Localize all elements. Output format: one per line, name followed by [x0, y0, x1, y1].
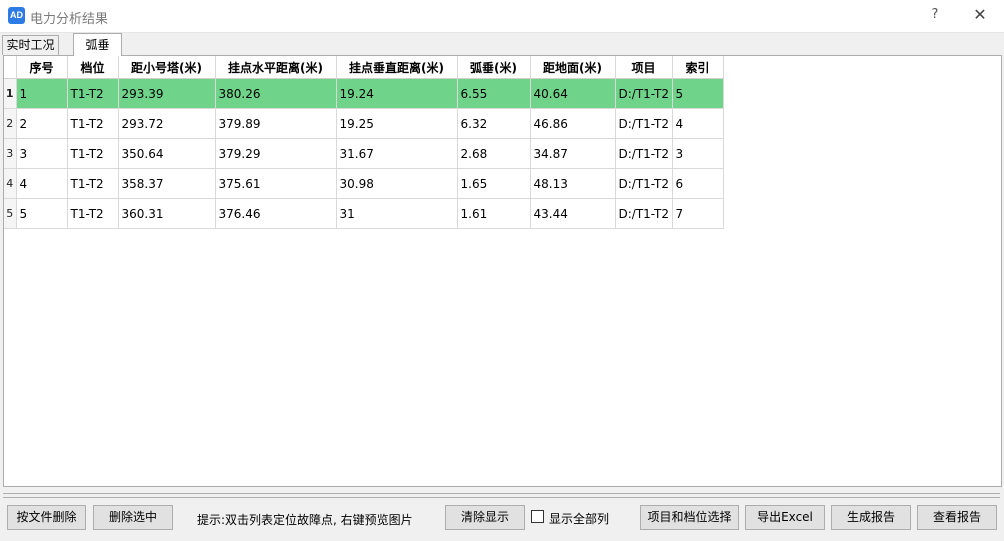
table-row[interactable]: 3 3 T1-T2 350.64 379.29 31.67 2.68 34.87… — [4, 138, 724, 169]
table-cell[interactable]: 379.89 — [215, 108, 337, 139]
table-cell[interactable]: 375.61 — [215, 168, 337, 199]
table-row[interactable]: 2 2 T1-T2 293.72 379.89 19.25 6.32 46.86… — [4, 108, 724, 139]
generate-report-button[interactable]: 生成报告 — [831, 505, 911, 530]
table-cell[interactable]: 34.87 — [530, 138, 616, 169]
column-header[interactable]: 距地面(米) — [530, 56, 616, 79]
table-cell[interactable]: T1-T2 — [67, 198, 119, 229]
table-cell[interactable]: 360.31 — [118, 198, 216, 229]
table-cell[interactable]: T1-T2 — [67, 138, 119, 169]
table-cell[interactable]: D:/T1-T2 — [615, 78, 673, 109]
column-header[interactable]: 距小号塔(米) — [118, 56, 216, 79]
clear-display-button[interactable]: 清除显示 — [445, 505, 525, 530]
delete-selected-button[interactable]: 删除选中 — [93, 505, 173, 530]
column-header[interactable]: 弧垂(米) — [457, 56, 531, 79]
hint-text: 提示:双击列表定位故障点, 右键预览图片 — [197, 513, 413, 527]
table-cell[interactable]: 293.39 — [118, 78, 216, 109]
table-row[interactable]: 4 4 T1-T2 358.37 375.61 30.98 1.65 48.13… — [4, 168, 724, 199]
table-cell[interactable]: 3 — [16, 138, 68, 169]
table-cell[interactable]: 31 — [336, 198, 458, 229]
tab-sag[interactable]: 弧垂 — [73, 33, 122, 56]
column-header[interactable]: 项目 — [615, 56, 673, 79]
table-cell[interactable]: 376.46 — [215, 198, 337, 229]
sag-results-table: 序号 档位 距小号塔(米) 挂点水平距离(米) 挂点垂直距离(米) 弧垂(米) … — [4, 56, 724, 229]
table-cell[interactable]: 43.44 — [530, 198, 616, 229]
table-cell[interactable]: 4 — [16, 168, 68, 199]
column-header[interactable]: 挂点垂直距离(米) — [336, 56, 458, 79]
table-cell[interactable]: 30.98 — [336, 168, 458, 199]
tab-realtime-condition[interactable]: 实时工况 — [2, 35, 59, 55]
column-header[interactable]: 挂点水平距离(米) — [215, 56, 337, 79]
export-excel-button[interactable]: 导出Excel — [745, 505, 825, 530]
table-cell[interactable]: D:/T1-T2 — [615, 168, 673, 199]
table-cell[interactable]: 380.26 — [215, 78, 337, 109]
table-cell[interactable]: 358.37 — [118, 168, 216, 199]
table-cell[interactable]: 2 — [16, 108, 68, 139]
show-all-columns-label[interactable]: 显示全部列 — [549, 510, 609, 527]
table-cell[interactable]: D:/T1-T2 — [615, 108, 673, 139]
table-cell[interactable]: D:/T1-T2 — [615, 198, 673, 229]
row-header[interactable]: 4 — [4, 168, 17, 199]
column-header[interactable]: 档位 — [67, 56, 119, 79]
row-header[interactable]: 5 — [4, 198, 17, 229]
delete-by-file-button[interactable]: 按文件删除 — [7, 505, 86, 530]
window-title: 电力分析结果 — [30, 12, 109, 27]
table-cell[interactable]: 19.25 — [336, 108, 458, 139]
row-header[interactable]: 2 — [4, 108, 17, 139]
view-report-button[interactable]: 查看报告 — [917, 505, 997, 530]
table-cell[interactable]: 19.24 — [336, 78, 458, 109]
project-span-select-button[interactable]: 项目和档位选择 — [640, 505, 739, 530]
table-header-row: 序号 档位 距小号塔(米) 挂点水平距离(米) 挂点垂直距离(米) 弧垂(米) … — [4, 56, 724, 79]
table-cell[interactable]: T1-T2 — [67, 168, 119, 199]
table-cell[interactable]: T1-T2 — [67, 108, 119, 139]
help-icon[interactable]: ? — [926, 6, 944, 24]
table-cell[interactable]: 379.29 — [215, 138, 337, 169]
table-cell[interactable]: 7 — [672, 198, 724, 229]
close-icon[interactable]: ✕ — [970, 5, 990, 25]
table-cell[interactable]: 293.72 — [118, 108, 216, 139]
table-cell[interactable]: 31.67 — [336, 138, 458, 169]
footer-divider — [3, 493, 1000, 498]
table-cell[interactable]: 6.32 — [457, 108, 531, 139]
tab-label: 实时工况 — [6, 38, 55, 52]
table-cell[interactable]: 350.64 — [118, 138, 216, 169]
column-header[interactable]: 索引 — [672, 56, 724, 79]
table-cell[interactable]: T1-T2 — [67, 78, 119, 109]
table-cell[interactable]: 40.64 — [530, 78, 616, 109]
table-cell[interactable]: 5 — [672, 78, 724, 109]
row-header[interactable]: 1 — [4, 78, 17, 109]
table-row[interactable]: 5 5 T1-T2 360.31 376.46 31 1.61 43.44 D:… — [4, 198, 724, 229]
table-cell[interactable]: 6 — [672, 168, 724, 199]
tab-label: 弧垂 — [85, 38, 110, 52]
table-cell[interactable]: D:/T1-T2 — [615, 138, 673, 169]
title-bar: AD 电力分析结果 ? ✕ — [0, 0, 1004, 33]
table-cell[interactable]: 1 — [16, 78, 68, 109]
table-cell[interactable]: 46.86 — [530, 108, 616, 139]
table-cell[interactable]: 3 — [672, 138, 724, 169]
table-cell[interactable]: 1.61 — [457, 198, 531, 229]
table-cell[interactable]: 6.55 — [457, 78, 531, 109]
table-cell[interactable]: 1.65 — [457, 168, 531, 199]
corner-cell — [4, 56, 17, 79]
table-cell[interactable]: 2.68 — [457, 138, 531, 169]
results-panel: 序号 档位 距小号塔(米) 挂点水平距离(米) 挂点垂直距离(米) 弧垂(米) … — [3, 55, 1002, 487]
table-cell[interactable]: 4 — [672, 108, 724, 139]
row-header[interactable]: 3 — [4, 138, 17, 169]
table-cell[interactable]: 5 — [16, 198, 68, 229]
column-header[interactable]: 序号 — [16, 56, 68, 79]
table-row[interactable]: 1 1 T1-T2 293.39 380.26 19.24 6.55 40.64… — [4, 78, 724, 109]
app-logo-icon: AD — [8, 7, 25, 24]
show-all-columns-checkbox[interactable] — [531, 510, 544, 523]
table-cell[interactable]: 48.13 — [530, 168, 616, 199]
